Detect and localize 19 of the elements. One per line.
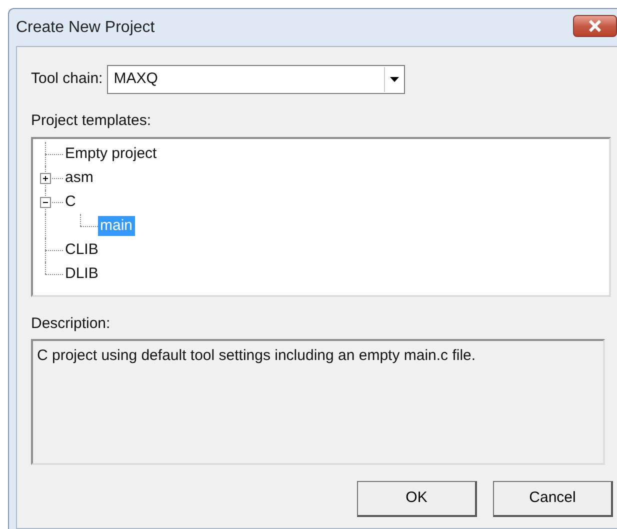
caret-icon [390,77,399,82]
tree-item[interactable]: asm [63,168,96,188]
template-tree[interactable]: Empty project asm C main CLIB DLIB [31,136,611,296]
description-label: Description: [31,314,112,334]
dialog-button[interactable]: Cancel [493,481,613,517]
tree-item[interactable]: Empty project [63,144,159,164]
tool-chain-label: Tool chain: [31,69,103,90]
collapse-icon[interactable] [40,196,51,208]
close-icon [588,20,602,32]
tool-chain-dropdown[interactable]: MAXQ [106,65,405,94]
close-button[interactable] [573,14,617,36]
tree-item[interactable]: DLIB [63,264,100,284]
description-field: C project using default tool settings including an empty main.c file. [31,339,605,465]
expand-icon[interactable] [40,172,51,184]
templates-label: Project templates: [31,111,152,131]
window-title: Create New Project [16,18,155,38]
tree-item[interactable]: CLIB [63,240,100,260]
dialog-button[interactable]: OK [357,481,477,517]
tree-item[interactable]: C [63,192,78,212]
